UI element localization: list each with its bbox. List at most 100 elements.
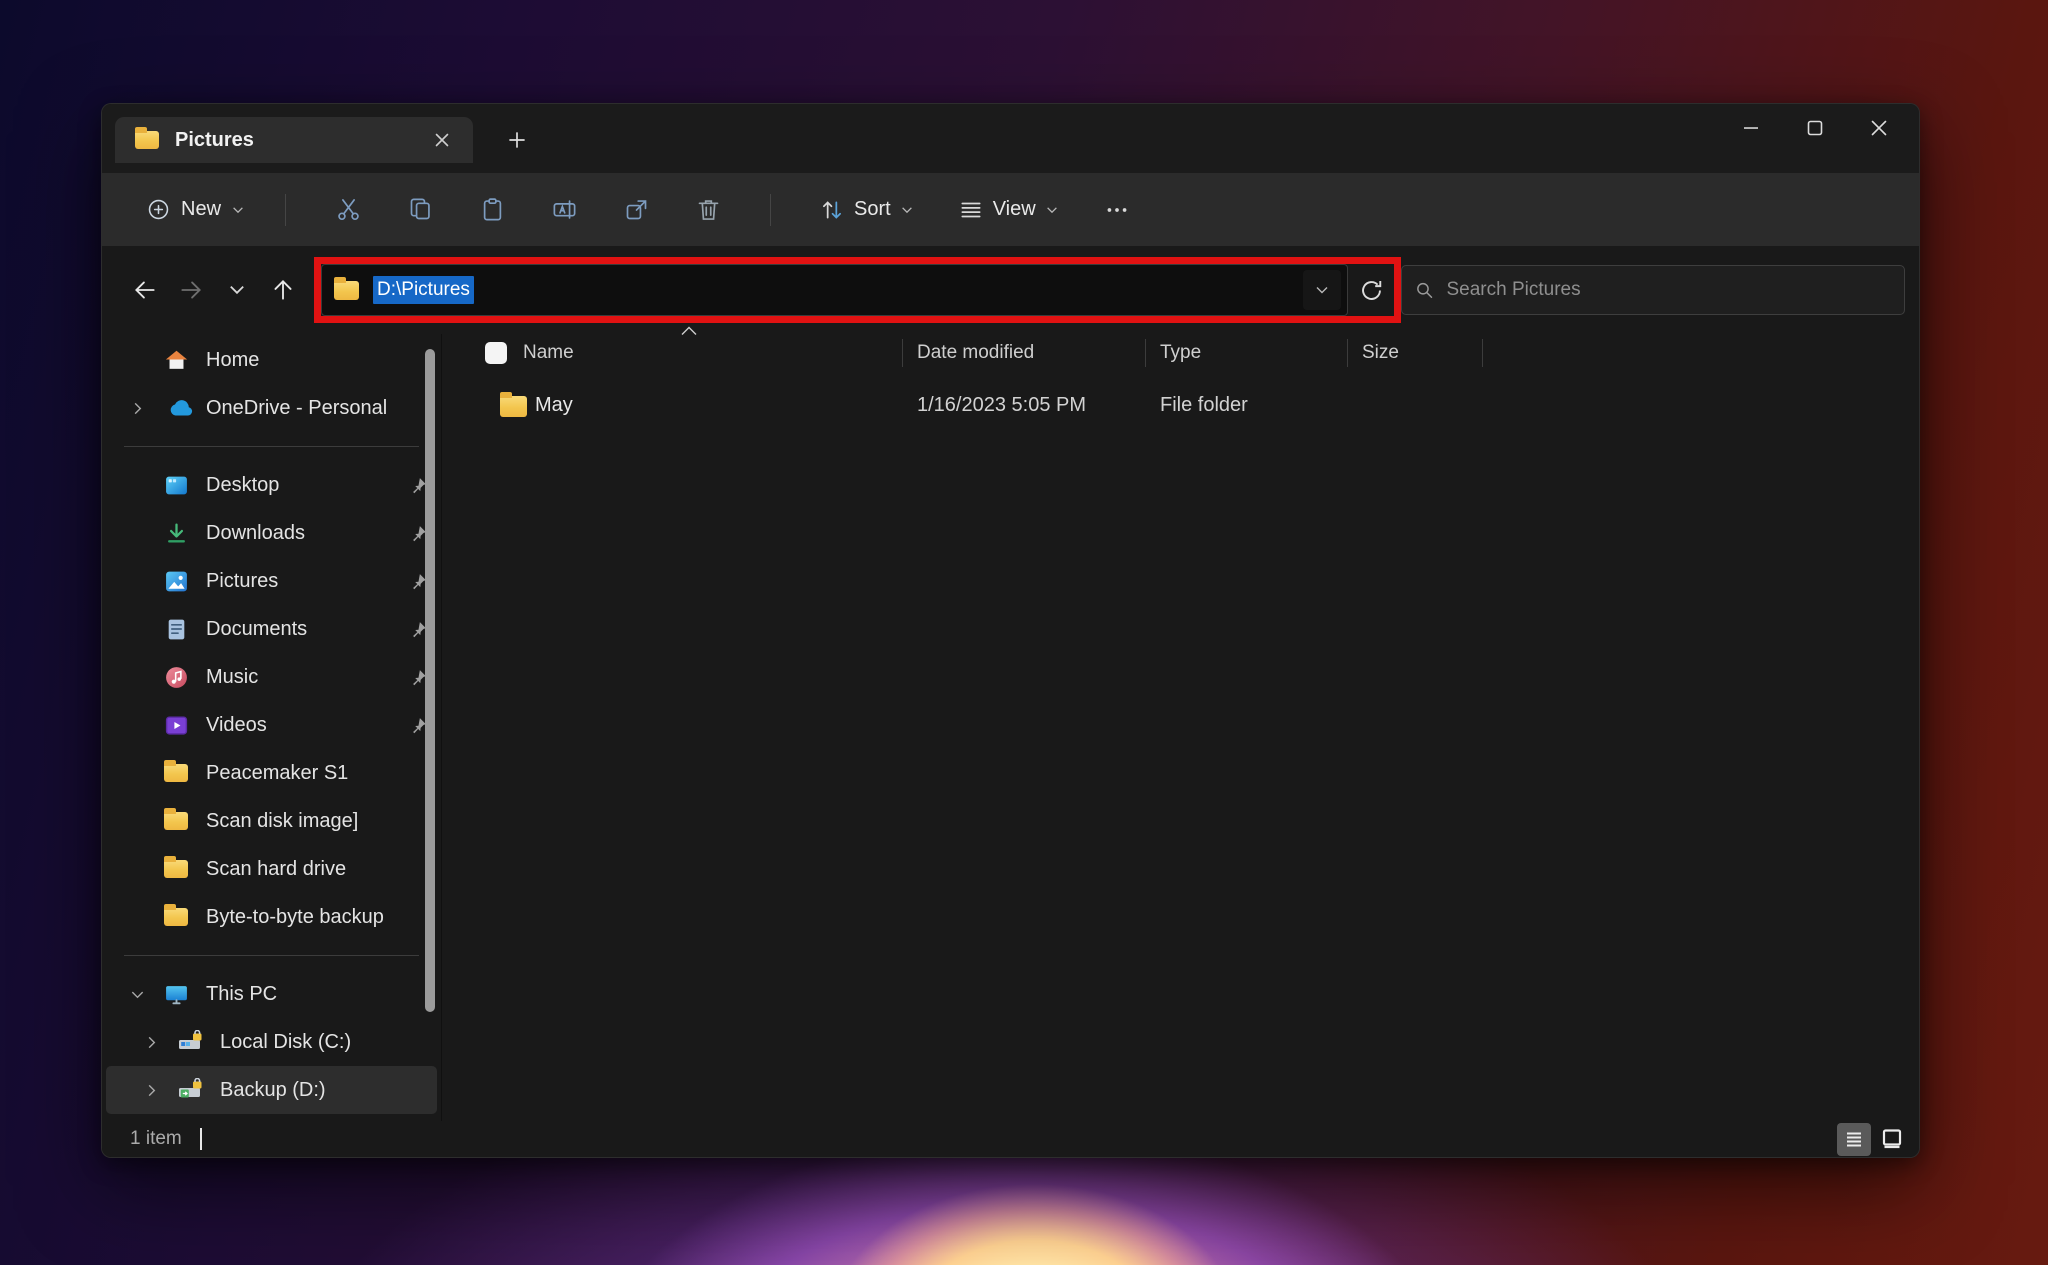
large-icons-view-icon	[1880, 1127, 1904, 1151]
chevron-right-icon	[144, 1035, 159, 1050]
maximize-icon	[1804, 117, 1826, 139]
column-header-date-modified[interactable]: Date modified	[917, 342, 1034, 364]
file-type: File folder	[1160, 394, 1248, 417]
chevron-down-icon	[900, 203, 914, 217]
column-header-name[interactable]: Name	[523, 342, 574, 364]
rename-button[interactable]	[540, 186, 588, 234]
column-header-type[interactable]: Type	[1160, 342, 1201, 364]
sidebar-item-byte-to-byte-backup[interactable]: Byte-to-byte backup	[106, 893, 437, 941]
file-list-pane: Name Date modified Type Size May 1/16/20…	[441, 334, 1919, 1121]
folder-icon	[135, 131, 159, 149]
minimize-button[interactable]	[1719, 104, 1783, 152]
close-button[interactable]	[1847, 104, 1911, 152]
minimize-icon	[1740, 117, 1762, 139]
back-arrow-icon	[132, 277, 158, 303]
folder-icon	[164, 860, 188, 878]
toolbar-divider	[285, 194, 286, 226]
trash-icon	[695, 196, 722, 223]
view-label: View	[993, 198, 1036, 221]
sidebar-item-local-disk-c[interactable]: Local Disk (C:)	[106, 1018, 437, 1066]
sidebar-item-documents[interactable]: Documents	[106, 605, 437, 653]
backup-drive-icon	[178, 1078, 212, 1102]
sidebar-item-this-pc[interactable]: This PC	[106, 970, 437, 1018]
copy-icon	[407, 196, 434, 223]
onedrive-cloud-icon	[164, 398, 198, 418]
recent-locations-button[interactable]	[214, 268, 260, 312]
music-icon	[164, 665, 198, 690]
annotation-red-rectangle: D:\Pictures	[314, 257, 1401, 323]
sidebar-item-desktop[interactable]: Desktop	[106, 461, 437, 509]
view-button[interactable]: View	[946, 188, 1071, 232]
rename-icon	[551, 196, 578, 223]
column-header-row: Name Date modified Type Size	[442, 334, 1919, 374]
folder-icon	[500, 396, 527, 417]
tab-pictures[interactable]: Pictures	[115, 117, 473, 163]
refresh-icon	[1358, 277, 1385, 304]
search-box[interactable]	[1401, 265, 1905, 315]
up-button[interactable]	[260, 268, 306, 312]
refresh-button[interactable]	[1348, 264, 1394, 316]
status-separator	[200, 1128, 202, 1150]
local-disk-icon	[178, 1030, 212, 1054]
sidebar-scrollbar[interactable]	[425, 349, 435, 1012]
sidebar-item-peacemaker-s1[interactable]: Peacemaker S1	[106, 749, 437, 797]
chevron-right-icon	[144, 1083, 159, 1098]
large-icons-view-button[interactable]	[1875, 1123, 1909, 1156]
file-date-modified: 1/16/2023 5:05 PM	[917, 394, 1086, 417]
address-row: D:\Pictures	[102, 246, 1919, 334]
cut-button[interactable]	[324, 186, 372, 234]
copy-button[interactable]	[396, 186, 444, 234]
this-pc-icon	[164, 982, 198, 1007]
toolbar-divider	[770, 194, 771, 226]
sidebar-item-scan-disk-image[interactable]: Scan disk image]	[106, 797, 437, 845]
file-row-may[interactable]: May 1/16/2023 5:05 PM File folder	[442, 382, 1919, 430]
more-options-button[interactable]	[1093, 186, 1141, 234]
chevron-right-icon	[130, 401, 145, 416]
new-tab-button[interactable]	[495, 120, 539, 160]
file-explorer-window: Pictures New	[101, 103, 1920, 1158]
maximize-button[interactable]	[1783, 104, 1847, 152]
documents-icon	[164, 617, 198, 642]
delete-button[interactable]	[684, 186, 732, 234]
sidebar-item-backup-d[interactable]: Backup (D:)	[106, 1066, 437, 1114]
column-header-size[interactable]: Size	[1362, 342, 1399, 364]
file-name: May	[535, 394, 573, 417]
sort-button[interactable]: Sort	[807, 188, 926, 232]
home-icon	[164, 348, 198, 373]
address-input[interactable]: D:\Pictures	[321, 264, 1348, 316]
sidebar-item-downloads[interactable]: Downloads	[106, 509, 437, 557]
paste-button[interactable]	[468, 186, 516, 234]
cut-icon	[335, 196, 362, 223]
select-all-checkbox[interactable]	[485, 342, 507, 364]
close-icon	[433, 131, 451, 149]
sidebar-item-videos[interactable]: Videos	[106, 701, 437, 749]
new-plus-icon	[146, 197, 171, 222]
command-bar: New Sort View	[102, 173, 1919, 246]
sidebar-item-pictures[interactable]: Pictures	[106, 557, 437, 605]
item-count: 1 item	[130, 1128, 182, 1150]
more-icon	[1104, 197, 1130, 223]
sidebar-item-scan-hard-drive[interactable]: Scan hard drive	[106, 845, 437, 893]
new-button[interactable]: New	[132, 188, 259, 231]
pictures-icon	[164, 569, 198, 594]
desktop-icon	[164, 473, 198, 498]
back-button[interactable]	[122, 268, 168, 312]
details-view-icon	[1843, 1128, 1865, 1150]
tab-close-button[interactable]	[425, 125, 459, 155]
address-dropdown-button[interactable]	[1303, 270, 1341, 310]
sort-label: Sort	[854, 198, 891, 221]
videos-icon	[164, 713, 198, 738]
navigation-pane: Home OneDrive - Personal Desktop	[102, 334, 441, 1121]
sort-ascending-caret-icon	[680, 326, 698, 336]
share-button[interactable]	[612, 186, 660, 234]
sidebar-item-onedrive[interactable]: OneDrive - Personal	[106, 384, 437, 432]
sidebar-item-home[interactable]: Home	[106, 336, 437, 384]
sidebar-item-music[interactable]: Music	[106, 653, 437, 701]
tab-label: Pictures	[175, 129, 254, 152]
details-view-button[interactable]	[1837, 1123, 1871, 1156]
sort-icon	[819, 197, 845, 223]
chevron-down-icon	[231, 203, 245, 217]
search-input[interactable]	[1447, 279, 1893, 301]
forward-button[interactable]	[168, 268, 214, 312]
view-icon	[958, 197, 984, 223]
